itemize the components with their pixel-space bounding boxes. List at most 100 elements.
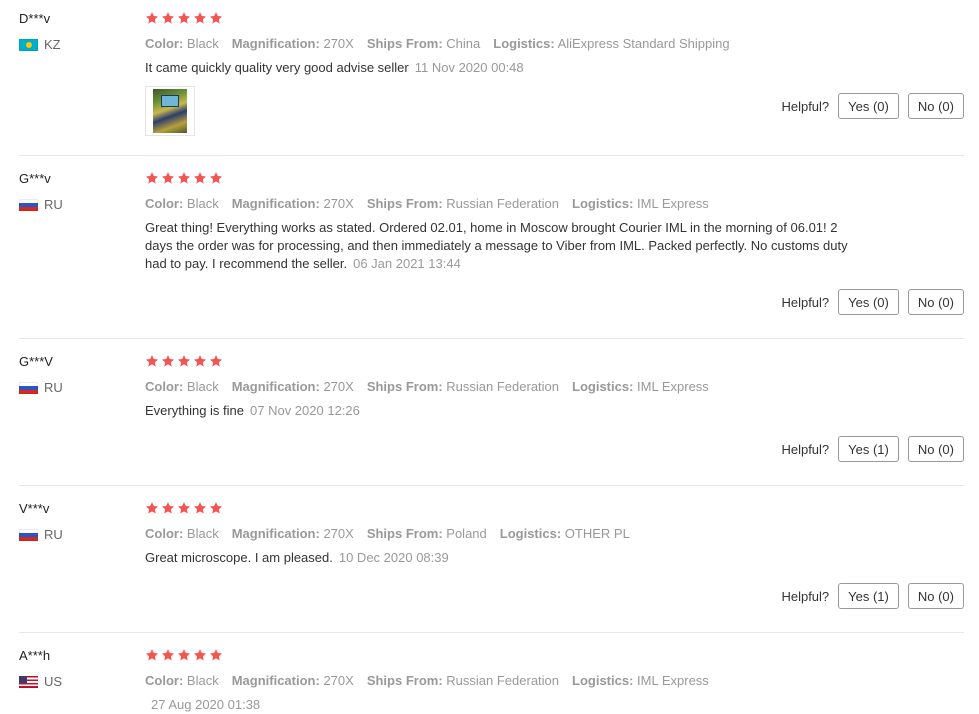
microscope-photo (153, 89, 187, 133)
star-icon (193, 354, 207, 368)
logistics-value: IML Express (637, 196, 709, 211)
star-icon (145, 171, 159, 185)
helpful-yes-button[interactable]: Yes (0) (838, 289, 899, 315)
star-icon (161, 171, 175, 185)
helpful-controls: Helpful? Yes (1) No (0) (781, 436, 964, 462)
star-icon (193, 648, 207, 662)
logistics-label: Logistics: (493, 36, 555, 51)
order-attributes: Color: Black Magnification: 270X Ships F… (145, 673, 709, 688)
review-text: Great microscope. I am pleased. 10 Dec 20… (145, 549, 865, 567)
ships-from-value: China (446, 36, 481, 51)
ships-from-value: Russian Federation (446, 379, 560, 394)
star-icon (209, 354, 223, 368)
ships-from-label: Ships From: (366, 379, 443, 394)
star-icon (209, 171, 223, 185)
helpful-no-button[interactable]: No (0) (907, 93, 964, 119)
logistics-label: Logistics: (572, 673, 634, 688)
review-text: 27 Aug 2020 01:38 (145, 696, 865, 714)
helpful-no-button[interactable]: No (0) (907, 583, 964, 609)
magnification-label: Magnification: (231, 673, 320, 688)
logistics-value: AliExpress Standard Shipping (557, 36, 730, 51)
reviewer-name: D***v (19, 11, 51, 26)
review-body: It came quickly quality very good advise… (145, 60, 409, 75)
magnification-value: 270X (323, 526, 354, 541)
star-icon (145, 501, 159, 515)
order-attributes: Color: Black Magnification: 270X Ships F… (145, 196, 709, 211)
magnification-label: Magnification: (231, 196, 320, 211)
reviewer-name: A***h (19, 648, 51, 663)
us-flag-icon (19, 675, 38, 688)
helpful-controls: Helpful? Yes (1) No (0) (781, 583, 964, 609)
star-icon (177, 171, 191, 185)
review-body: Great microscope. I am pleased. (145, 550, 333, 565)
ru-flag-icon (19, 198, 38, 211)
star-icon (209, 648, 223, 662)
review-divider (19, 338, 964, 339)
reviewer-country: US (19, 674, 62, 689)
color-value: Black (186, 36, 219, 51)
magnification-label: Magnification: (231, 379, 320, 394)
helpful-yes-button[interactable]: Yes (1) (838, 436, 899, 462)
kz-flag-icon (19, 38, 38, 51)
color-label: Color: (145, 526, 184, 541)
review-date: 10 Dec 2020 08:39 (338, 550, 449, 565)
helpful-yes-button[interactable]: Yes (1) (838, 583, 899, 609)
review-text: Everything is fine 07 Nov 2020 12:26 (145, 402, 865, 420)
reviewer-name: G***V (19, 354, 53, 369)
star-icon (161, 648, 175, 662)
helpful-no-button[interactable]: No (0) (907, 289, 964, 315)
color-label: Color: (145, 36, 184, 51)
reviewer-name: V***v (19, 501, 50, 516)
star-icon (177, 501, 191, 515)
star-icon (177, 354, 191, 368)
color-label: Color: (145, 673, 184, 688)
helpful-yes-button[interactable]: Yes (0) (838, 93, 899, 119)
star-icon (145, 648, 159, 662)
ships-from-value: Russian Federation (446, 673, 560, 688)
magnification-value: 270X (323, 673, 354, 688)
ships-from-label: Ships From: (366, 36, 443, 51)
ships-from-label: Ships From: (366, 526, 443, 541)
star-icon (145, 354, 159, 368)
ru-flag-icon (19, 381, 38, 394)
review-divider (19, 485, 964, 486)
color-value: Black (186, 379, 219, 394)
review-date: 06 Jan 2021 13:44 (353, 256, 461, 271)
review-date: 11 Nov 2020 00:48 (414, 60, 524, 75)
star-rating (145, 354, 223, 368)
logistics-value: IML Express (637, 379, 709, 394)
star-icon (161, 501, 175, 515)
helpful-label: Helpful? (781, 588, 830, 604)
star-icon (209, 501, 223, 515)
star-icon (161, 354, 175, 368)
color-value: Black (186, 526, 219, 541)
star-rating (145, 648, 223, 662)
color-value: Black (186, 196, 219, 211)
reviewer-name: G***v (19, 171, 51, 186)
star-icon (161, 11, 175, 25)
logistics-label: Logistics: (572, 196, 634, 211)
magnification-label: Magnification: (231, 526, 320, 541)
reviewer-country: RU (19, 527, 63, 542)
helpful-controls: Helpful? Yes (0) No (0) (781, 289, 964, 315)
star-rating (145, 501, 223, 515)
star-icon (209, 11, 223, 25)
helpful-no-button[interactable]: No (0) (907, 436, 964, 462)
review-text: Great thing! Everything works as stated.… (145, 219, 865, 273)
star-icon (145, 11, 159, 25)
star-icon (193, 501, 207, 515)
review-divider (19, 155, 964, 156)
star-icon (193, 11, 207, 25)
star-rating (145, 171, 223, 185)
review-body: Everything is fine (145, 403, 244, 418)
color-label: Color: (145, 196, 184, 211)
magnification-value: 270X (323, 36, 354, 51)
reviewer-country: RU (19, 197, 63, 212)
color-label: Color: (145, 379, 184, 394)
country-code: KZ (44, 37, 61, 52)
country-code: US (44, 674, 63, 689)
review-photo-thumbnail[interactable] (145, 86, 195, 136)
logistics-value: OTHER PL (564, 526, 630, 541)
order-attributes: Color: Black Magnification: 270X Ships F… (145, 526, 630, 541)
logistics-label: Logistics: (499, 526, 562, 541)
